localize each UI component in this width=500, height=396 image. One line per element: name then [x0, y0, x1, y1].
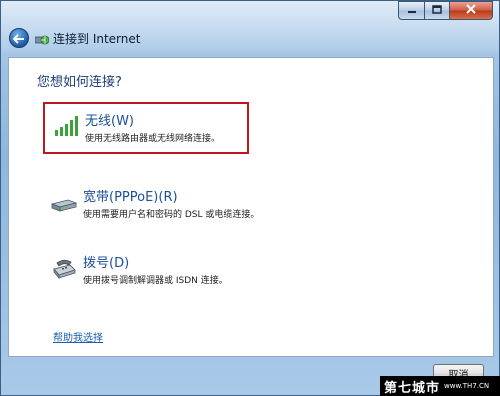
back-arrow-icon [12, 29, 25, 48]
dialog-window: 连接到 Internet 您想如何连接? 无线(W) 使用无线路由器或无线网络连… [0, 0, 500, 396]
window-title: 连接到 Internet [53, 32, 141, 46]
maximize-button[interactable] [424, 1, 449, 20]
option-description: 使用拨号调制解调器或 ISDN 连接。 [83, 276, 228, 286]
watermark: 第七城市 www.TH7.CN [380, 376, 500, 396]
minimize-button[interactable] [398, 1, 424, 20]
watermark-text: 第七城市 [384, 380, 441, 396]
network-globe-icon [34, 31, 50, 45]
option-broadband[interactable]: 宽带(PPPoE)(R) 使用需要用户名和密码的 DSL 或电缆连接。 [43, 180, 303, 232]
close-icon [466, 4, 476, 17]
back-button[interactable] [9, 28, 29, 48]
content-pane: 您想如何连接? 无线(W) 使用无线路由器或无线网络连接。 宽带(PPPoE)(… [8, 57, 494, 357]
option-description: 使用无线路由器或无线网络连接。 [85, 134, 221, 144]
close-button[interactable] [449, 1, 493, 20]
option-dialup[interactable]: 拨号(D) 使用拨号调制解调器或 ISDN 连接。 [43, 246, 273, 298]
maximize-icon [432, 4, 442, 17]
option-description: 使用需要用户名和密码的 DSL 或电缆连接。 [83, 210, 260, 220]
minimize-icon [407, 4, 417, 17]
option-title: 无线(W) [85, 114, 134, 129]
watermark-url: www.TH7.CN [444, 382, 490, 390]
option-title: 宽带(PPPoE)(R) [83, 190, 178, 205]
caption-buttons [398, 1, 493, 21]
dialup-phone-icon [51, 256, 77, 282]
page-heading: 您想如何连接? [37, 75, 122, 90]
wireless-signal-icon [53, 114, 79, 140]
option-wireless[interactable]: 无线(W) 使用无线路由器或无线网络连接。 [43, 102, 249, 154]
option-title: 拨号(D) [83, 256, 130, 271]
help-me-choose-link[interactable]: 帮助我选择 [53, 329, 103, 344]
broadband-modem-icon [50, 190, 78, 216]
